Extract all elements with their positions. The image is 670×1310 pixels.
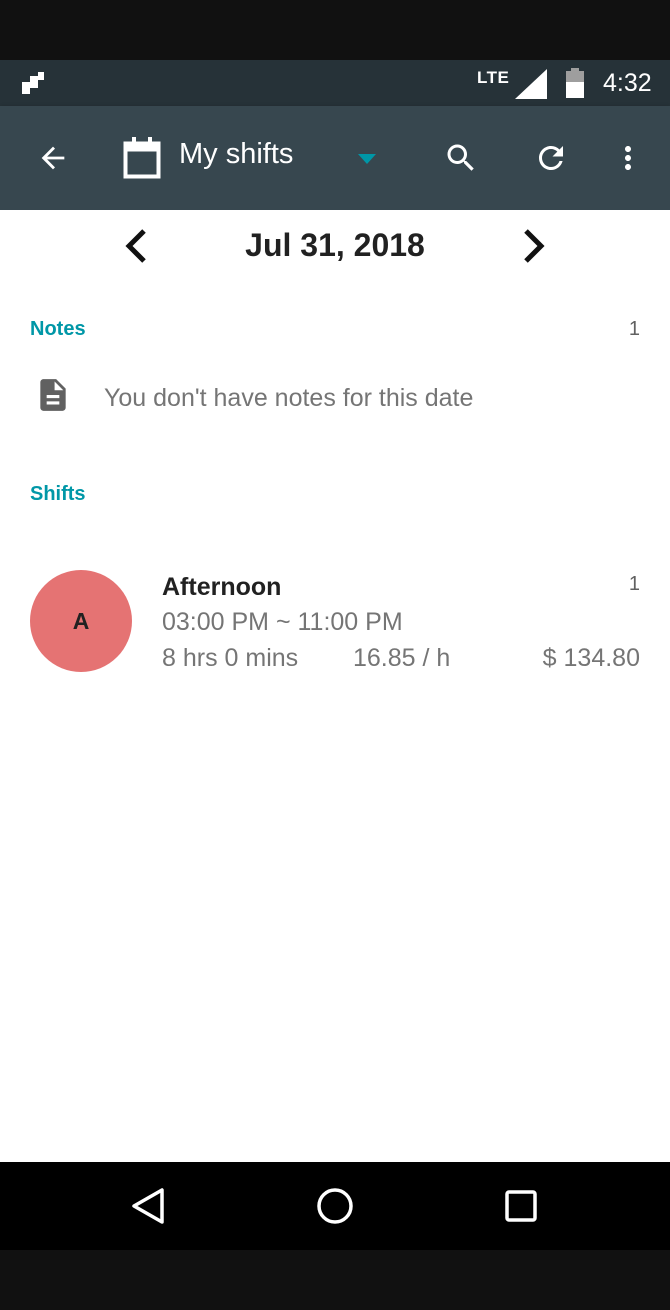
date-navigator: Jul 31, 2018 bbox=[0, 210, 670, 290]
more-vert-icon bbox=[625, 146, 631, 170]
status-bar: LTE 4:32 bbox=[0, 60, 670, 106]
shift-avatar: A bbox=[30, 570, 132, 672]
view-dropdown[interactable] bbox=[352, 144, 382, 174]
nav-back-icon bbox=[132, 1188, 164, 1224]
shift-avatar-letter: A bbox=[72, 607, 90, 634]
note-icon bbox=[40, 379, 66, 411]
search-icon bbox=[447, 144, 474, 171]
nav-recents-icon bbox=[505, 1190, 537, 1222]
calendar-button[interactable] bbox=[120, 134, 164, 182]
status-time: 4:32 bbox=[603, 69, 652, 97]
battery-icon bbox=[566, 68, 584, 98]
shift-duration: 8 hrs 0 mins bbox=[162, 644, 299, 672]
shift-list-item[interactable]: A Afternoon 1 03:00 PM ~ 11:00 PM 8 hrs … bbox=[0, 565, 670, 685]
network-type: LTE bbox=[477, 68, 510, 87]
next-date-button[interactable] bbox=[511, 224, 555, 268]
nav-recents-button[interactable] bbox=[495, 1180, 547, 1232]
signal-icon bbox=[515, 69, 547, 99]
back-arrow-icon bbox=[41, 146, 65, 170]
refresh-button[interactable] bbox=[526, 130, 576, 186]
calendar-icon bbox=[123, 137, 161, 179]
nav-home-button[interactable] bbox=[309, 1180, 361, 1232]
main-content: Jul 31, 2018 Notes 1 You don't have note… bbox=[0, 210, 670, 1162]
top-system-area bbox=[0, 0, 670, 60]
shifts-section-title: Shifts bbox=[30, 483, 86, 505]
nav-home-icon bbox=[317, 1188, 353, 1224]
current-date: Jul 31, 2018 bbox=[245, 227, 425, 263]
app-bar: My shifts bbox=[0, 106, 670, 210]
system-nav-bar bbox=[0, 1162, 670, 1250]
notes-empty-text: You don't have notes for this date bbox=[104, 384, 474, 412]
page-title[interactable]: My shifts bbox=[179, 138, 293, 171]
notification-icon bbox=[22, 72, 44, 94]
notes-count: 1 bbox=[628, 318, 640, 340]
back-button[interactable] bbox=[28, 130, 78, 186]
dropdown-arrow-icon bbox=[358, 154, 376, 164]
chevron-right-icon bbox=[524, 229, 545, 263]
shift-time-range: 03:00 PM ~ 11:00 PM bbox=[162, 608, 403, 636]
notes-empty-row[interactable]: You don't have notes for this date bbox=[0, 370, 670, 426]
shift-pay: $ 134.80 bbox=[542, 644, 640, 672]
nav-back-button[interactable] bbox=[122, 1180, 174, 1232]
shift-count: 1 bbox=[628, 573, 640, 595]
shift-name: Afternoon bbox=[162, 573, 282, 601]
refresh-icon bbox=[539, 146, 563, 170]
more-options-button[interactable] bbox=[606, 130, 650, 186]
shift-rate: 16.85 / h bbox=[353, 644, 451, 672]
search-button[interactable] bbox=[436, 130, 486, 186]
bottom-system-area bbox=[0, 1250, 670, 1310]
notes-section-title: Notes bbox=[30, 318, 86, 340]
